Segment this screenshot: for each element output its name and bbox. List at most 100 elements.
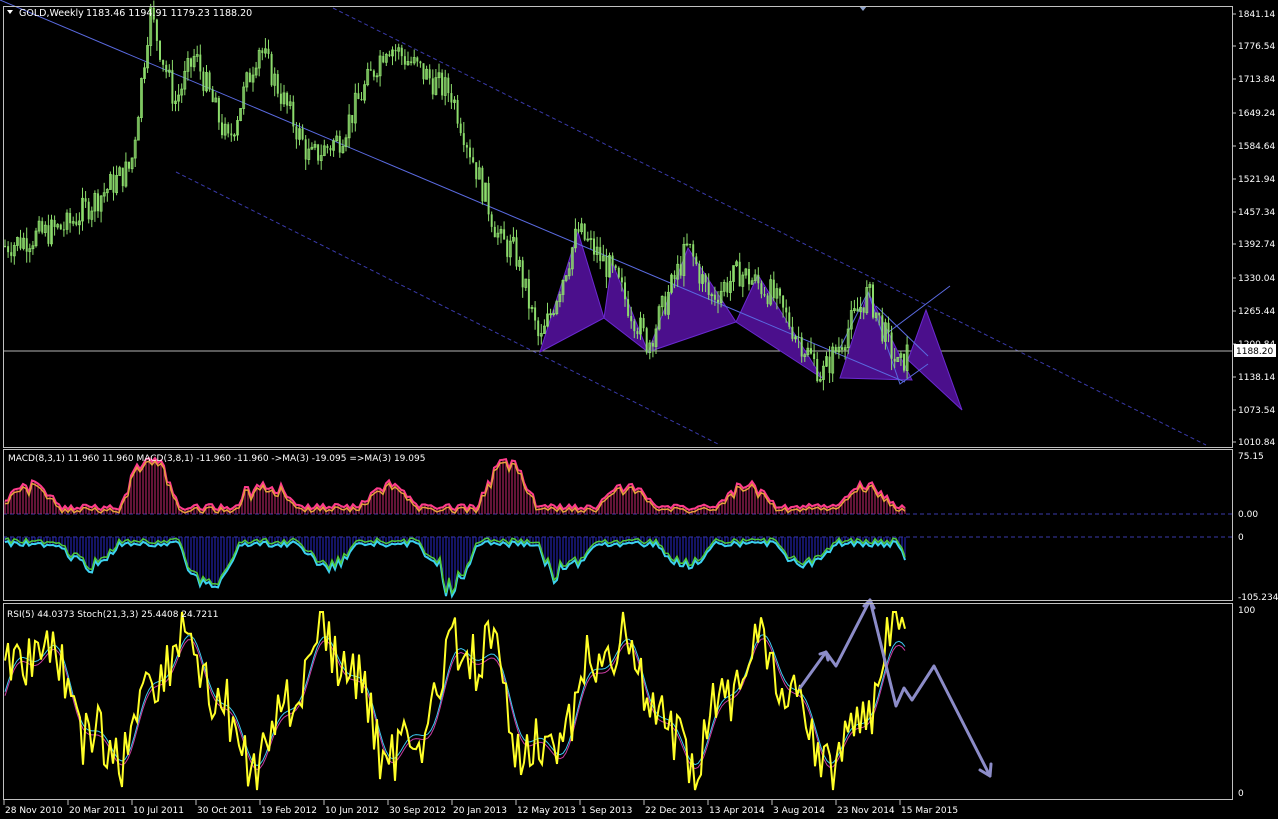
candle-body	[382, 56, 385, 63]
candle-body	[503, 229, 506, 240]
candle-body	[270, 53, 273, 86]
candle-body	[704, 274, 707, 283]
candle-body	[772, 279, 775, 299]
rsi-tick-label: 100	[1238, 606, 1255, 616]
candle-body	[431, 78, 434, 95]
candle-body	[469, 147, 471, 158]
candle-body	[128, 162, 130, 169]
candle-body	[614, 265, 617, 268]
candle-body	[620, 277, 623, 283]
candle-body	[227, 124, 230, 134]
candle-body	[779, 288, 781, 296]
candle-body	[304, 139, 307, 160]
candle-body	[642, 318, 645, 329]
price-tick-label: 1776.54	[1238, 42, 1275, 52]
candle-body	[159, 40, 161, 60]
candle-body	[487, 183, 490, 215]
candle-body	[419, 61, 422, 64]
candle-body	[583, 223, 586, 240]
candle-body	[797, 336, 800, 338]
candle-body	[828, 356, 831, 374]
candle-body	[856, 308, 859, 312]
candle-body	[441, 72, 444, 96]
candle-body	[75, 221, 78, 225]
candle-body	[84, 198, 87, 202]
candle-body	[394, 49, 397, 52]
candle-body	[112, 174, 115, 193]
candle-body	[493, 226, 496, 238]
candle-body	[633, 321, 636, 332]
candle-body	[800, 337, 803, 357]
candle-body	[617, 267, 620, 278]
ohlc-readout: 1183.46 1194.91 1179.23 1188.20	[86, 8, 252, 19]
candle-body	[834, 347, 837, 352]
candle-body	[788, 312, 791, 327]
candle-body	[630, 316, 633, 322]
macd-tick-label: 0.00	[1238, 510, 1258, 520]
candle-body	[515, 237, 518, 267]
candle-body	[248, 72, 251, 83]
candle-body	[403, 56, 406, 65]
time-tick-label: 13 Apr 2014	[709, 806, 765, 816]
time-tick-label: 1 Sep 2013	[581, 806, 632, 816]
candle-body	[766, 295, 769, 305]
candle-body	[59, 224, 62, 230]
candle-body	[456, 100, 459, 124]
candle-body	[87, 201, 90, 220]
candle-body	[165, 64, 168, 73]
candle-body	[190, 58, 192, 67]
time-tick-label: 3 Aug 2014	[773, 806, 825, 816]
trading-chart[interactable]: GOLD,Weekly 1183.46 1194.91 1179.23 1188…	[0, 0, 1278, 819]
candle-body	[267, 48, 270, 54]
candle-body	[369, 69, 372, 71]
candle-body	[481, 167, 484, 202]
rsi-label: RSI(5) 44.0373 Stoch(21,3,3) 25.4408 24.…	[7, 610, 219, 620]
candle-body	[624, 282, 626, 300]
candle-body	[286, 92, 289, 106]
macd-tick-label: 0	[1238, 533, 1244, 543]
time-tick-label: 10 Jul 2011	[133, 806, 184, 816]
candle-body	[763, 294, 766, 296]
candle-body	[757, 274, 760, 284]
candle-body	[410, 61, 413, 63]
candle-body	[651, 342, 654, 347]
candle-body	[689, 243, 692, 245]
candle-body	[388, 54, 391, 56]
candle-body	[447, 77, 450, 94]
candle-body	[717, 299, 719, 303]
time-tick-label: 20 Mar 2011	[69, 806, 126, 816]
candle-body	[400, 47, 403, 57]
price-tick-label: 1841.14	[1238, 10, 1275, 20]
candle-body	[726, 282, 729, 293]
candle-body	[326, 145, 329, 149]
candle-body	[459, 123, 462, 134]
candle-body	[599, 247, 602, 261]
candle-body	[121, 167, 124, 187]
candle-body	[155, 19, 158, 41]
candle-body	[301, 128, 304, 140]
candle-body	[261, 50, 264, 54]
candle-body	[329, 148, 332, 151]
candle-body	[162, 59, 165, 65]
time-tick-label: 28 Nov 2010	[5, 806, 63, 816]
candle-body	[208, 72, 211, 90]
time-tick-label: 19 Feb 2012	[261, 806, 317, 816]
candle-body	[69, 213, 72, 224]
candle-body	[338, 136, 341, 153]
candle-body	[422, 63, 425, 80]
macd-tick-label: -105.234	[1238, 593, 1278, 603]
candle-body	[881, 315, 884, 342]
candle-body	[217, 98, 220, 123]
candle-body	[295, 126, 298, 140]
price-tick-label: 1073.54	[1238, 406, 1275, 416]
price-tick-label: 1457.34	[1238, 208, 1275, 218]
candle-body	[593, 238, 595, 255]
time-tick-label: 12 May 2013	[517, 806, 576, 816]
svg-text:1188.20: 1188.20	[1236, 347, 1273, 357]
candle-body	[537, 320, 540, 337]
current-price-tag: 1188.20	[1234, 344, 1276, 357]
candle-body	[62, 229, 65, 231]
chart-title: GOLD,Weekly	[19, 8, 84, 19]
candle-body	[47, 225, 50, 244]
candle-body	[785, 307, 788, 313]
